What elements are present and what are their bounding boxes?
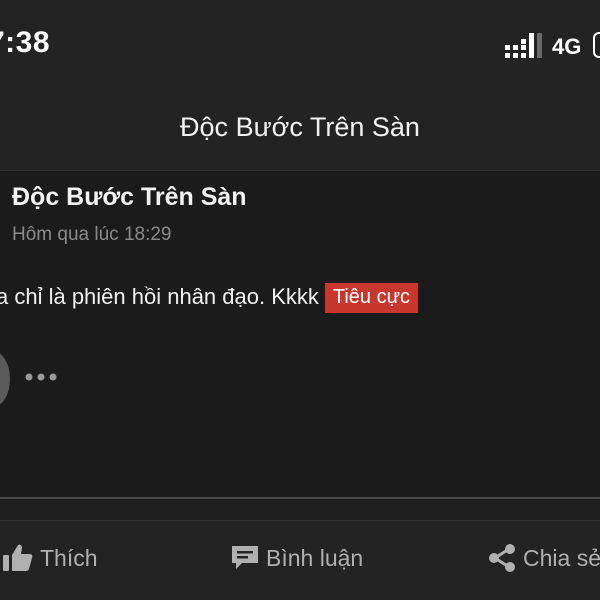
- post-body-text: a chỉ là phiên hồi nhân đạo. Kkkk: [0, 284, 319, 309]
- divider: [0, 497, 600, 499]
- like-label: Thích: [40, 544, 98, 571]
- page-title: Độc Bước Trên Sàn: [180, 112, 420, 142]
- screen: 7:38 4G Độc Bước Trên Sàn Độc Bước Trên …: [0, 0, 600, 600]
- like-icon: [3, 544, 33, 571]
- status-time: 7:38: [0, 26, 51, 59]
- signal-icon: [505, 33, 542, 58]
- like-button[interactable]: Thích: [2, 541, 98, 575]
- share-label: Chia sẻ: [523, 544, 600, 571]
- post-author[interactable]: Độc Bước Trên Sàn: [12, 183, 247, 212]
- post-body: a chỉ là phiên hồi nhân đạo. Kkkk Tiêu cự…: [0, 283, 418, 313]
- spacer: [0, 500, 600, 520]
- action-bar: Thích Bình luận Chia sẻ: [0, 520, 600, 600]
- comment-button[interactable]: Bình luận: [230, 541, 363, 575]
- post-card: Độc Bước Trên Sàn Hôm qua lúc 18:29 a ch…: [0, 170, 600, 501]
- sentiment-badge: Tiêu cực: [324, 283, 418, 313]
- comment-label: Bình luận: [266, 544, 364, 571]
- network-label: 4G: [552, 34, 582, 59]
- nav-bar: Độc Bước Trên Sàn: [0, 92, 600, 170]
- post-timestamp[interactable]: Hôm qua lúc 18:29: [12, 224, 172, 246]
- status-bar: 7:38 4G: [0, 0, 600, 92]
- battery-icon: [593, 32, 600, 58]
- comment-icon: [232, 546, 258, 569]
- share-button[interactable]: Chia sẻ: [487, 541, 600, 575]
- share-icon: [489, 544, 515, 572]
- avatar[interactable]: [0, 351, 10, 407]
- more-icon[interactable]: [24, 370, 58, 384]
